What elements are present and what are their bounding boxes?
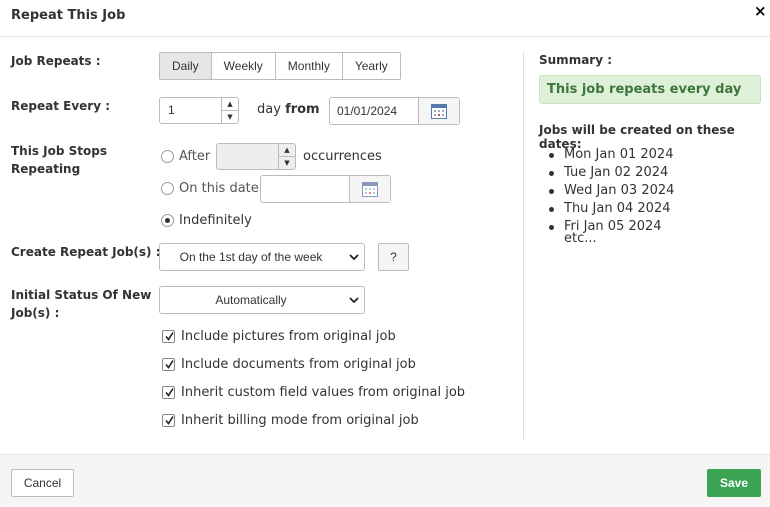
inherit-billing-mode-label: Inherit billing mode from original job [181,413,419,428]
calendar-icon[interactable] [418,98,459,124]
list-item: Tue Jan 02 2024 [548,164,674,182]
repeat-unit: day [257,102,281,117]
checkmark-icon [165,332,174,341]
dialog-header: Repeat This Job × [0,0,770,37]
repeat-every-label: Repeat Every : [11,99,110,113]
vertical-divider [523,52,524,439]
calendar-icon[interactable] [349,176,390,202]
stepper-up-icon[interactable]: ▲ [222,98,238,111]
list-item: Thu Jan 04 2024 [548,200,674,218]
repeat-option-daily[interactable]: Daily [160,53,212,79]
after-label: After [179,149,211,164]
checkmark-icon [165,388,174,397]
checkmark-icon [165,360,174,369]
close-icon[interactable]: × [754,3,767,19]
stepper-up-icon[interactable]: ▲ [279,144,295,157]
inherit-billing-mode-checkbox[interactable] [162,414,175,427]
save-button[interactable]: Save [707,469,761,497]
summary-box: This job repeats every day [539,75,761,104]
initial-status-label-line1: Initial Status Of New [11,288,152,302]
indefinitely-label: Indefinitely [179,213,252,228]
include-pictures-checkbox[interactable] [162,330,175,343]
create-repeat-value: On the 1st day of the week [179,250,323,264]
list-item: Fri Jan 05 2024 [548,218,674,236]
include-documents-checkbox[interactable] [162,358,175,371]
stops-repeating-label: This Job Stops Repeating [11,142,107,178]
stops-label-line1: This Job Stops [11,144,107,158]
occurrences-label: occurrences [303,149,382,164]
chevron-down-icon [349,297,359,304]
repeat-option-yearly[interactable]: Yearly [342,53,400,79]
after-occurrences-stepper[interactable]: ▲ ▼ [216,143,296,170]
dialog-footer [0,454,770,507]
dates-list: Mon Jan 01 2024 Tue Jan 02 2024 Wed Jan … [548,146,675,246]
repeat-option-monthly[interactable]: Monthly [275,53,343,79]
dialog-title: Repeat This Job [11,8,126,23]
initial-status-select[interactable]: Automatically [159,286,365,314]
stops-label-line2: Repeating [11,162,81,176]
stop-date-field[interactable] [260,175,391,203]
job-repeats-segmented: Daily Weekly Monthly Yearly [159,52,401,80]
repeat-every-value[interactable]: 1 [168,103,175,117]
cancel-button[interactable]: Cancel [11,469,74,497]
summary-label: Summary : [539,53,613,67]
create-repeat-select[interactable]: On the 1st day of the week [159,243,365,271]
on-date-label: On this date [179,181,259,196]
include-pictures-label: Include pictures from original job [181,329,396,344]
inherit-custom-fields-label: Inherit custom field values from origina… [181,385,466,400]
stepper-down-icon[interactable]: ▼ [222,111,238,124]
repeat-every-stepper[interactable]: 1 ▲ ▼ [159,97,239,124]
chevron-down-icon [349,254,359,261]
from-date-field[interactable]: 01/01/2024 [329,97,460,125]
list-item: Mon Jan 01 2024 [548,147,674,162]
initial-status-value: Automatically [215,293,287,307]
include-documents-label: Include documents from original job [181,357,416,372]
repeat-unit-text: day from [257,101,320,119]
list-item: Wed Jan 03 2024 [548,183,675,198]
job-repeats-label: Job Repeats : [11,54,101,68]
summary-text: This job repeats every day [547,82,742,97]
from-text: from [285,102,320,117]
after-radio[interactable] [161,150,174,163]
initial-status-label-line2: Job(s) : [11,306,60,320]
checkmark-icon [165,416,174,425]
stepper-down-icon[interactable]: ▼ [279,157,295,170]
inherit-custom-fields-checkbox[interactable] [162,386,175,399]
indefinitely-radio[interactable] [161,214,174,227]
create-repeat-label: Create Repeat Job(s) : [11,245,161,259]
from-date-value[interactable]: 01/01/2024 [337,104,397,118]
on-date-radio[interactable] [161,182,174,195]
help-button[interactable]: ? [378,243,409,271]
repeat-option-weekly[interactable]: Weekly [211,53,276,79]
initial-status-label: Initial Status Of New Job(s) : [11,286,151,322]
